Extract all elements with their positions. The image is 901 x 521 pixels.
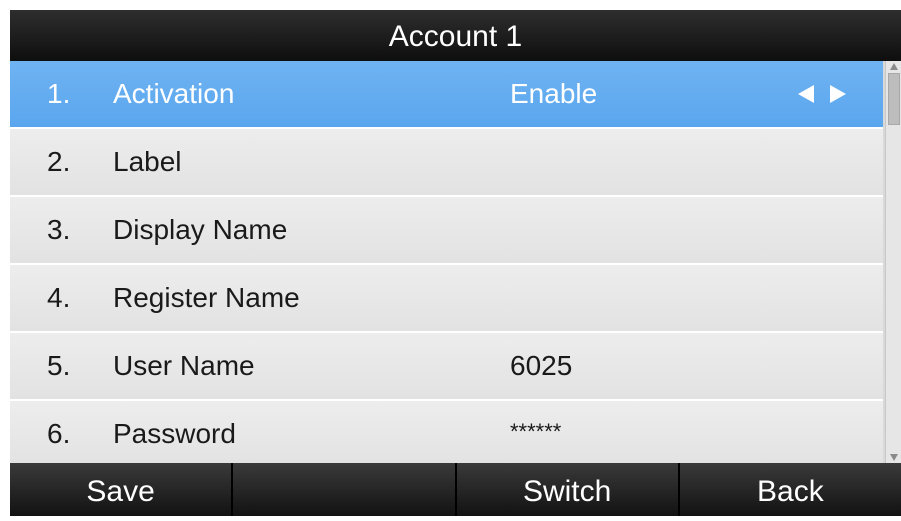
empty-softkey[interactable] [233,463,457,516]
activation-value: Enable [510,78,598,109]
menu-item-number: 2. [47,146,71,177]
menu-item-label: Register Name [113,282,300,313]
menu-item-label: User Name [113,350,255,381]
menu-item-password[interactable]: 6. Password ****** [10,401,883,463]
save-softkey[interactable]: Save [10,463,234,516]
page-title: Account 1 [10,10,901,61]
user-name-value: 6025 [510,350,573,381]
account-settings-list: 1. Activation Enable 2. Label 3. Display… [10,61,883,463]
value-selector[interactable] [798,61,846,127]
menu-item-display-name[interactable]: 3. Display Name [10,197,883,265]
back-softkey[interactable]: Back [679,463,901,516]
scroll-up-arrow-icon[interactable] [890,63,898,70]
menu-item-label: Display Name [113,214,288,245]
scroll-down-arrow-icon[interactable] [890,454,898,461]
menu-item-label: Label [113,146,182,177]
menu-item-label: Password [113,418,236,449]
menu-item-number: 4. [47,282,71,313]
menu-item-register-name[interactable]: 4. Register Name [10,265,883,333]
menu-item-number: 5. [47,350,71,381]
menu-item-label-setting[interactable]: 2. Label [10,129,883,197]
triangle-right-icon[interactable] [830,85,846,103]
scrollbar[interactable] [885,61,901,463]
menu-item-activation[interactable]: 1. Activation Enable [10,61,883,129]
switch-softkey[interactable]: Switch [456,463,680,516]
triangle-left-icon[interactable] [798,85,814,103]
phone-screen: Account 1 1. Activation Enable 2. Label … [10,10,901,516]
menu-item-user-name[interactable]: 5. User Name 6025 [10,333,883,401]
menu-item-number: 3. [47,214,71,245]
softkey-bar: Save Switch Back [10,463,901,516]
menu-item-number: 6. [47,418,71,449]
scroll-thumb[interactable] [888,73,900,125]
password-value: ****** [510,419,562,444]
menu-item-label: Activation [113,78,235,109]
menu-item-number: 1. [47,78,71,109]
